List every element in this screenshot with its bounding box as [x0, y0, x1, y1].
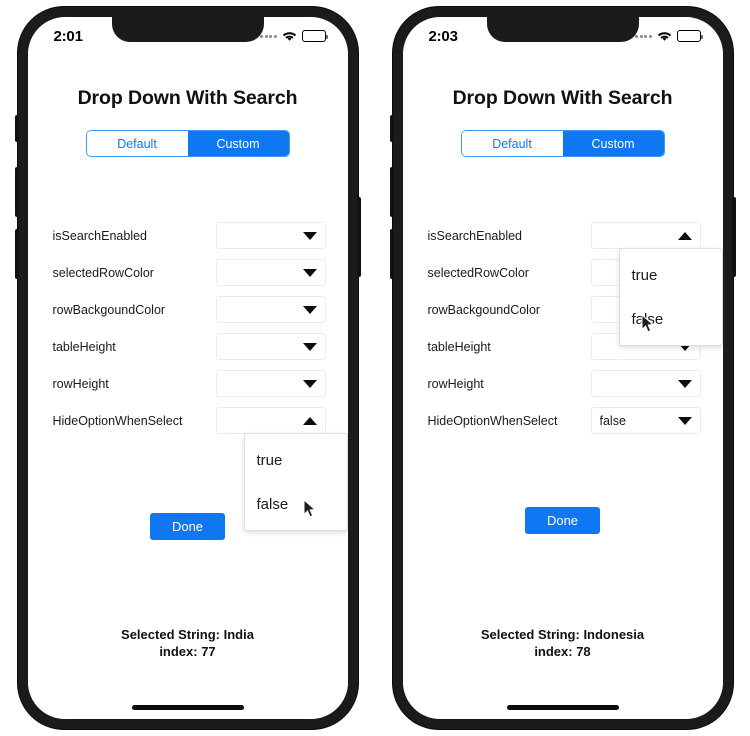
mute-switch-button[interactable] [389, 115, 394, 142]
phone-slot-left: 2:01 Drop Down With Search Default Custo… [0, 0, 375, 736]
battery-icon [676, 30, 703, 42]
signal-dots-icon [635, 34, 652, 38]
selected-string-line: Selected String: India [121, 626, 254, 642]
status-clock: 2:03 [428, 27, 458, 45]
status-bar: 2:03 [403, 17, 723, 51]
done-button-wrap: Done [403, 507, 723, 534]
phone-device-left: 2:01 Drop Down With Search Default Custo… [14, 7, 361, 729]
dropdown-isSearchEnabled[interactable] [215, 222, 326, 249]
volume-up-button[interactable] [14, 167, 19, 217]
status-indicators [260, 30, 328, 42]
dropdown-option-false[interactable]: false [620, 297, 722, 341]
row-label: selectedRowColor [52, 265, 154, 280]
dropdown-options-panel[interactable]: true false [618, 248, 723, 346]
segment-custom[interactable]: Custom [562, 131, 664, 156]
home-indicator[interactable] [131, 705, 244, 710]
row-label: rowHeight [427, 376, 484, 391]
segmented-control[interactable]: Default Custom [85, 130, 290, 157]
volume-down-button[interactable] [389, 229, 394, 279]
dropdown-rowBackgoundColor[interactable] [215, 296, 326, 323]
form-row: isSearchEnabled [53, 217, 326, 254]
page-title: Drop Down With Search [77, 87, 298, 109]
form-row: selectedRowColor [53, 254, 326, 291]
power-button[interactable] [356, 197, 361, 277]
row-label: rowHeight [52, 376, 109, 391]
dropdown-isSearchEnabled[interactable] [590, 222, 701, 249]
app-content: Drop Down With Search Default Custom isS… [27, 51, 348, 719]
chevron-up-icon [302, 416, 317, 425]
volume-up-button[interactable] [389, 167, 394, 217]
dropdown-HideOptionWhenSelect[interactable]: false [590, 407, 701, 434]
settings-form: isSearchEnabled selectedRowColor rowBack… [28, 217, 348, 531]
settings-form: isSearchEnabled selectedRowColor rowBack… [403, 217, 723, 439]
dropdown-selectedRowColor[interactable] [215, 259, 326, 286]
chevron-down-icon [302, 305, 317, 314]
screenshot-stage: 2:01 Drop Down With Search Default Custo… [0, 0, 750, 736]
chevron-up-icon [677, 231, 692, 240]
power-button[interactable] [731, 197, 736, 277]
status-bar: 2:01 [28, 17, 348, 51]
segment-custom[interactable]: Custom [187, 131, 289, 156]
done-button[interactable]: Done [524, 507, 601, 534]
dropdown-tableHeight[interactable] [215, 333, 326, 360]
phone-screen-right: 2:03 Drop Down With Search Default Custo… [402, 17, 723, 719]
done-button[interactable]: Done [149, 513, 226, 540]
selected-index-line: index: 78 [534, 644, 591, 660]
chevron-down-icon [677, 379, 692, 388]
dropdown-rowHeight[interactable] [590, 370, 701, 397]
app-content: Drop Down With Search Default Custom isS… [402, 51, 723, 719]
row-label: HideOptionWhenSelect [52, 413, 183, 428]
row-label: isSearchEnabled [427, 228, 523, 243]
row-label: tableHeight [427, 339, 491, 354]
selected-string-line: Selected String: Indonesia [480, 626, 645, 642]
dropdown-option-false[interactable]: false [245, 482, 347, 526]
phone-device-right: 2:03 Drop Down With Search Default Custo… [389, 7, 736, 729]
form-row: tableHeight [53, 328, 326, 365]
selected-index-line: index: 77 [159, 644, 216, 660]
page-title: Drop Down With Search [452, 87, 673, 109]
row-label: rowBackgoundColor [52, 302, 166, 317]
phone-slot-right: 2:03 Drop Down With Search Default Custo… [375, 0, 750, 736]
chevron-down-icon [677, 416, 692, 425]
dropdown-option-true[interactable]: true [620, 253, 722, 297]
signal-dots-icon [260, 34, 277, 38]
wifi-icon [282, 31, 297, 42]
row-label: rowBackgoundColor [427, 302, 541, 317]
dropdown-options-panel[interactable]: true false [243, 433, 348, 531]
form-row: rowHeight [428, 365, 701, 402]
phone-screen-left: 2:01 Drop Down With Search Default Custo… [27, 17, 348, 719]
dropdown-value: false [599, 413, 626, 428]
selection-status: Selected String: India index: 77 [28, 626, 348, 661]
segment-default[interactable]: Default [461, 131, 563, 156]
home-indicator[interactable] [506, 705, 619, 710]
segment-default[interactable]: Default [86, 131, 188, 156]
mute-switch-button[interactable] [14, 115, 19, 142]
status-clock: 2:01 [53, 27, 83, 45]
status-indicators [635, 30, 703, 42]
row-label: HideOptionWhenSelect [427, 413, 558, 428]
row-label: selectedRowColor [427, 265, 529, 280]
dropdown-rowHeight[interactable] [215, 370, 326, 397]
form-row: HideOptionWhenSelect false [428, 402, 701, 439]
row-label: tableHeight [52, 339, 116, 354]
row-label: isSearchEnabled [52, 228, 148, 243]
chevron-down-icon [302, 268, 317, 277]
form-row: rowHeight [53, 365, 326, 402]
battery-icon [301, 30, 328, 42]
chevron-down-icon [302, 379, 317, 388]
chevron-down-icon [302, 231, 317, 240]
selection-status: Selected String: Indonesia index: 78 [403, 626, 723, 661]
dropdown-option-true[interactable]: true [245, 438, 347, 482]
volume-down-button[interactable] [14, 229, 19, 279]
segmented-control[interactable]: Default Custom [460, 130, 665, 157]
wifi-icon [657, 31, 672, 42]
form-row: rowBackgoundColor [53, 291, 326, 328]
dropdown-HideOptionWhenSelect[interactable] [215, 407, 326, 434]
chevron-down-icon [302, 342, 317, 351]
